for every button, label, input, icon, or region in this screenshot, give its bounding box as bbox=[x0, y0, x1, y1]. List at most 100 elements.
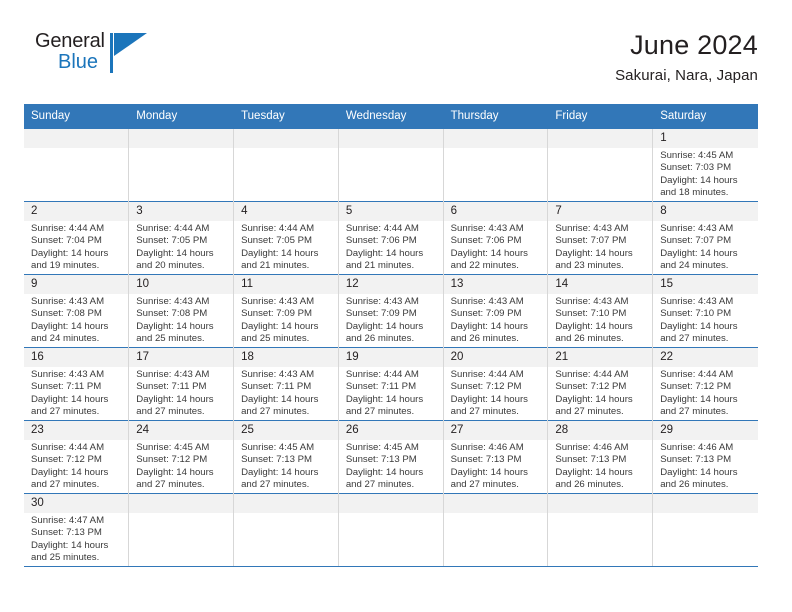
calendar-day-cell[interactable]: 4 Sunrise: 4:44 AM Sunset: 7:05 PM Daylight… bbox=[233, 201, 339, 275]
day-cell-content bbox=[338, 129, 443, 201]
day-sun-info: Sunrise: 4:43 AM Sunset: 7:08 PM Daylight:… bbox=[24, 294, 128, 346]
calendar-day-cell[interactable]: 14 Sunrise: 4:43 AM Sunset: 7:10 PM Dayligh… bbox=[547, 274, 654, 348]
day-number: 27 bbox=[443, 421, 548, 440]
calendar-day-cell[interactable]: 12 Sunrise: 4:43 AM Sunset: 7:09 PM Dayligh… bbox=[338, 274, 444, 348]
day-cell-content: 7 Sunrise: 4:43 AM Sunset: 7:07 PM Daylight… bbox=[548, 202, 653, 274]
calendar-day-cell[interactable]: 7 Sunrise: 4:43 AM Sunset: 7:07 PM Daylight… bbox=[547, 201, 654, 275]
day-number: 11 bbox=[234, 275, 338, 294]
day-sun-info: Sunrise: 4:43 AM Sunset: 7:09 PM Daylight:… bbox=[339, 294, 443, 346]
calendar-day-cell[interactable]: 19 Sunrise: 4:44 AM Sunset: 7:11 PM Dayligh… bbox=[338, 347, 444, 421]
calendar-day-cell[interactable]: 10 Sunrise: 4:43 AM Sunset: 7:08 PM Dayligh… bbox=[128, 274, 235, 348]
sunrise-text: Sunrise: 4:43 AM bbox=[555, 296, 629, 307]
calendar-day-cell[interactable]: 21 Sunrise: 4:44 AM Sunset: 7:12 PM Dayligh… bbox=[547, 347, 654, 421]
sunset-text: Sunset: 7:13 PM bbox=[31, 527, 102, 539]
sunset-text: Sunset: 7:11 PM bbox=[136, 381, 207, 393]
calendar-day-cell[interactable]: 28 Sunrise: 4:46 AM Sunset: 7:13 PM Dayligh… bbox=[547, 420, 654, 494]
day-number: 30 bbox=[24, 494, 129, 513]
day-cell-content: 25 Sunrise: 4:45 AM Sunset: 7:13 PM Dayligh… bbox=[234, 421, 338, 493]
calendar-day-cell[interactable]: 18 Sunrise: 4:43 AM Sunset: 7:11 PM Dayligh… bbox=[233, 347, 339, 421]
day-cell-content bbox=[234, 129, 338, 201]
day-cell-content bbox=[24, 129, 129, 201]
day-number: 3 bbox=[129, 202, 234, 221]
sunrise-text: Sunrise: 4:43 AM bbox=[660, 223, 734, 234]
calendar-cell-empty bbox=[443, 128, 549, 202]
calendar-day-cell[interactable]: 20 Sunrise: 4:44 AM Sunset: 7:12 PM Dayligh… bbox=[443, 347, 549, 421]
calendar-table: Sunday Monday Tuesday Wednesday Thursday… bbox=[24, 104, 758, 567]
calendar-day-cell[interactable]: 5 Sunrise: 4:44 AM Sunset: 7:06 PM Daylight… bbox=[338, 201, 444, 275]
calendar-day-cell[interactable]: 26 Sunrise: 4:45 AM Sunset: 7:13 PM Dayligh… bbox=[338, 420, 444, 494]
day-cell-content: 11 Sunrise: 4:43 AM Sunset: 7:09 PM Dayligh… bbox=[234, 275, 338, 347]
calendar-week-row: 1 Sunrise: 4:45 AM Sunset: 7:03 PM Daylight… bbox=[24, 128, 758, 202]
daylight-text: Daylight: 14 hours and 27 minutes. bbox=[136, 393, 214, 418]
day-sun-info: Sunrise: 4:44 AM Sunset: 7:05 PM Daylight:… bbox=[129, 221, 233, 273]
calendar-day-cell[interactable]: 11 Sunrise: 4:43 AM Sunset: 7:09 PM Dayligh… bbox=[233, 274, 339, 348]
calendar-day-cell[interactable]: 24 Sunrise: 4:45 AM Sunset: 7:12 PM Dayligh… bbox=[128, 420, 235, 494]
day-sun-info: Sunrise: 4:44 AM Sunset: 7:12 PM Daylight:… bbox=[653, 367, 757, 419]
day-cell-content: 26 Sunrise: 4:45 AM Sunset: 7:13 PM Dayligh… bbox=[338, 421, 443, 493]
day-cell-content: 24 Sunrise: 4:45 AM Sunset: 7:12 PM Dayligh… bbox=[129, 421, 234, 493]
calendar-day-cell[interactable]: 23 Sunrise: 4:44 AM Sunset: 7:12 PM Dayligh… bbox=[24, 420, 130, 494]
calendar-cell-empty bbox=[652, 493, 758, 567]
day-cell-content: 18 Sunrise: 4:43 AM Sunset: 7:11 PM Dayligh… bbox=[234, 348, 338, 420]
daylight-text: Daylight: 14 hours and 27 minutes. bbox=[31, 466, 109, 491]
day-number bbox=[653, 494, 758, 513]
daylight-text: Daylight: 14 hours and 21 minutes. bbox=[241, 247, 319, 272]
day-cell-content: 16 Sunrise: 4:43 AM Sunset: 7:11 PM Dayligh… bbox=[24, 348, 129, 420]
day-cell-content: 15 Sunrise: 4:43 AM Sunset: 7:10 PM Dayligh… bbox=[653, 275, 758, 347]
calendar-day-cell[interactable]: 29 Sunrise: 4:46 AM Sunset: 7:13 PM Dayligh… bbox=[652, 420, 758, 494]
daylight-text: Daylight: 14 hours and 27 minutes. bbox=[31, 393, 109, 418]
day-sun-info: Sunrise: 4:44 AM Sunset: 7:06 PM Daylight:… bbox=[339, 221, 443, 273]
location-subtitle: Sakurai, Nara, Japan bbox=[615, 67, 758, 85]
calendar-week-row: 16 Sunrise: 4:43 AM Sunset: 7:11 PM Dayligh… bbox=[24, 347, 758, 421]
sunset-text: Sunset: 7:11 PM bbox=[345, 381, 417, 393]
calendar-day-cell[interactable]: 15 Sunrise: 4:43 AM Sunset: 7:10 PM Dayligh… bbox=[652, 274, 758, 348]
sunrise-text: Sunrise: 4:44 AM bbox=[660, 369, 734, 380]
calendar-day-cell[interactable]: 8 Sunrise: 4:43 AM Sunset: 7:07 PM Daylight… bbox=[652, 201, 758, 275]
daylight-text: Daylight: 14 hours and 27 minutes. bbox=[345, 393, 424, 418]
day-number: 14 bbox=[548, 275, 653, 294]
logo-triangle-icon bbox=[114, 33, 147, 56]
day-sun-info: Sunrise: 4:44 AM Sunset: 7:12 PM Daylight:… bbox=[24, 440, 128, 492]
day-number: 18 bbox=[234, 348, 338, 367]
weekday-header-wednesday: Wednesday bbox=[338, 104, 444, 129]
sunrise-text: Sunrise: 4:43 AM bbox=[241, 369, 315, 380]
calendar-day-cell[interactable]: 27 Sunrise: 4:46 AM Sunset: 7:13 PM Dayligh… bbox=[443, 420, 549, 494]
day-cell-content: 3 Sunrise: 4:44 AM Sunset: 7:05 PM Daylight… bbox=[129, 202, 234, 274]
day-number: 19 bbox=[338, 348, 443, 367]
sunset-text: Sunset: 7:09 PM bbox=[241, 308, 312, 320]
day-number: 22 bbox=[653, 348, 758, 367]
day-cell-content: 28 Sunrise: 4:46 AM Sunset: 7:13 PM Dayligh… bbox=[548, 421, 653, 493]
calendar-day-cell[interactable]: 9 Sunrise: 4:43 AM Sunset: 7:08 PM Daylight… bbox=[24, 274, 130, 348]
daylight-text: Daylight: 14 hours and 27 minutes. bbox=[450, 466, 528, 491]
weekday-header-monday: Monday bbox=[128, 104, 235, 129]
sunset-text: Sunset: 7:13 PM bbox=[660, 454, 732, 466]
calendar-day-cell[interactable]: 16 Sunrise: 4:43 AM Sunset: 7:11 PM Dayligh… bbox=[24, 347, 130, 421]
sunrise-text: Sunrise: 4:44 AM bbox=[345, 223, 419, 234]
logo-text-general: General bbox=[35, 30, 105, 52]
calendar-day-cell[interactable]: 6 Sunrise: 4:43 AM Sunset: 7:06 PM Daylight… bbox=[443, 201, 549, 275]
sunrise-text: Sunrise: 4:44 AM bbox=[31, 223, 105, 234]
sunrise-text: Sunrise: 4:47 AM bbox=[31, 515, 105, 526]
day-cell-content: 6 Sunrise: 4:43 AM Sunset: 7:06 PM Daylight… bbox=[443, 202, 548, 274]
sunrise-text: Sunrise: 4:43 AM bbox=[450, 223, 524, 234]
day-sun-info: Sunrise: 4:43 AM Sunset: 7:11 PM Daylight:… bbox=[129, 367, 233, 419]
calendar-day-cell[interactable]: 25 Sunrise: 4:45 AM Sunset: 7:13 PM Dayligh… bbox=[233, 420, 339, 494]
sunrise-text: Sunrise: 4:46 AM bbox=[660, 442, 734, 453]
daylight-text: Daylight: 14 hours and 22 minutes. bbox=[450, 247, 528, 272]
calendar-day-cell[interactable]: 1 Sunrise: 4:45 AM Sunset: 7:03 PM Daylight… bbox=[652, 128, 758, 202]
calendar-day-cell[interactable]: 3 Sunrise: 4:44 AM Sunset: 7:05 PM Daylight… bbox=[128, 201, 235, 275]
day-number: 26 bbox=[338, 421, 443, 440]
calendar-day-cell[interactable]: 13 Sunrise: 4:43 AM Sunset: 7:09 PM Dayligh… bbox=[443, 274, 549, 348]
day-cell-content: 14 Sunrise: 4:43 AM Sunset: 7:10 PM Dayligh… bbox=[548, 275, 653, 347]
day-sun-info: Sunrise: 4:43 AM Sunset: 7:06 PM Daylight:… bbox=[444, 221, 548, 273]
day-number: 6 bbox=[443, 202, 548, 221]
sunset-text: Sunset: 7:07 PM bbox=[555, 235, 627, 247]
calendar-day-cell[interactable]: 22 Sunrise: 4:44 AM Sunset: 7:12 PM Dayligh… bbox=[652, 347, 758, 421]
sunrise-text: Sunrise: 4:45 AM bbox=[345, 442, 419, 453]
day-cell-content bbox=[653, 494, 758, 566]
calendar-day-cell[interactable]: 17 Sunrise: 4:43 AM Sunset: 7:11 PM Dayligh… bbox=[128, 347, 235, 421]
calendar-day-cell[interactable]: 2 Sunrise: 4:44 AM Sunset: 7:04 PM Daylight… bbox=[24, 201, 130, 275]
day-sun-info: Sunrise: 4:45 AM Sunset: 7:12 PM Daylight:… bbox=[129, 440, 233, 492]
day-sun-info: Sunrise: 4:44 AM Sunset: 7:04 PM Daylight:… bbox=[24, 221, 128, 273]
calendar-day-cell[interactable]: 30 Sunrise: 4:47 AM Sunset: 7:13 PM Dayligh… bbox=[24, 493, 130, 567]
